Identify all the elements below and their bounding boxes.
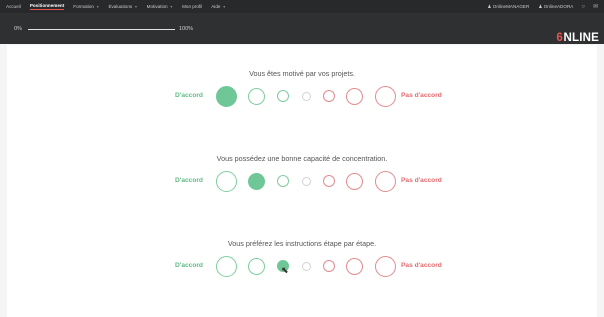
likert-option-7[interactable]	[374, 170, 396, 192]
likert-option-6[interactable]	[345, 87, 363, 105]
likert-option-5[interactable]	[323, 175, 335, 187]
likert-option-2[interactable]	[247, 172, 265, 190]
mouse-cursor-icon: ⬉	[281, 265, 289, 275]
nav-item-positionnement[interactable]: Positionnement	[29, 3, 65, 10]
likert-option-1[interactable]	[215, 170, 237, 192]
likert-scale: D'accord Pas d'accord ⬉	[7, 255, 597, 279]
likert-option-3[interactable]	[277, 175, 289, 187]
nav-label: Évaluations	[108, 4, 133, 9]
likert-option-3[interactable]	[277, 90, 289, 102]
nav-item-motivation[interactable]: Motivation ▼	[147, 4, 173, 9]
likert-option-6[interactable]	[345, 257, 363, 275]
logo-six: 6	[556, 31, 563, 44]
likert-option-2[interactable]	[247, 87, 265, 105]
agree-label: D'accord	[175, 177, 203, 184]
app: Accueil Positionnement Formation ▼ Évalua…	[0, 0, 604, 317]
logo-text: NLINE	[563, 31, 599, 44]
progress-track	[28, 28, 175, 30]
progress-fill	[28, 28, 175, 30]
likert-option-4[interactable]	[301, 91, 311, 101]
top-navigation: Accueil Positionnement Formation ▼ Évalua…	[0, 0, 604, 13]
likert-scale: D'accord Pas d'accord	[7, 170, 597, 194]
question-text: Vous possédez une bonne capacité de conc…	[216, 154, 388, 163]
nav-item-aide[interactable]: Aide ▼	[211, 4, 226, 9]
nav-item-evaluations[interactable]: Évaluations ▼	[108, 4, 137, 9]
user-label: OnlineMANAGER	[492, 3, 530, 9]
likert-option-1[interactable]	[215, 255, 237, 277]
nav-item-formation[interactable]: Formation ▼	[73, 4, 99, 9]
mail-icon[interactable]: ✉	[593, 3, 598, 10]
chevron-down-icon: ▼	[134, 5, 138, 9]
nav-label: Formation	[73, 4, 94, 9]
nav-label: Aide	[211, 4, 221, 9]
nav-user-area: ♟ OnlineMANAGER ♟ OnlineADORA ○ ✉	[478, 3, 598, 11]
likert-option-1[interactable]	[215, 85, 237, 107]
agree-label: D'accord	[175, 92, 203, 99]
nav-label: Motivation	[146, 4, 168, 9]
progress-end-label: 100%	[179, 26, 194, 32]
progress-start-label: 0%	[14, 26, 22, 32]
likert-scale: D'accord Pas d'accord	[7, 85, 597, 109]
agree-label: D'accord	[175, 262, 203, 269]
chevron-down-icon: ▼	[95, 5, 100, 9]
chevron-down-icon: ▼	[222, 5, 226, 9]
question-text: Vous préférez les instructions étape par…	[227, 239, 377, 248]
likert-option-6[interactable]	[345, 172, 363, 190]
disagree-label: Pas d'accord	[401, 177, 442, 184]
likert-option-4[interactable]	[301, 176, 311, 186]
nav-item-accueil[interactable]: Accueil	[6, 4, 21, 9]
chevron-down-icon: ▼	[169, 5, 174, 9]
user-link-manager[interactable]: ♟ OnlineMANAGER	[487, 4, 529, 10]
likert-option-7[interactable]	[374, 255, 396, 277]
nav-item-mon-profil[interactable]: Mon profil	[182, 4, 202, 9]
likert-option-4[interactable]	[301, 261, 311, 271]
progress-header: 0% 100% 6 NLINE FORMAPRO	[0, 13, 604, 50]
circle-icon[interactable]: ○	[581, 4, 585, 10]
likert-option-2[interactable]	[247, 257, 265, 275]
likert-option-5[interactable]	[323, 90, 335, 102]
questionnaire: Vous êtes motivé par vos projets. D'acco…	[7, 45, 597, 317]
likert-option-7[interactable]	[374, 85, 396, 107]
likert-option-5[interactable]	[323, 260, 335, 272]
question-text: Vous êtes motivé par vos projets.	[249, 69, 355, 78]
user-link-adora[interactable]: ♟ OnlineADORA	[538, 4, 573, 10]
disagree-label: Pas d'accord	[401, 92, 442, 99]
user-label: OnlineADORA	[543, 3, 574, 9]
disagree-label: Pas d'accord	[401, 262, 442, 269]
